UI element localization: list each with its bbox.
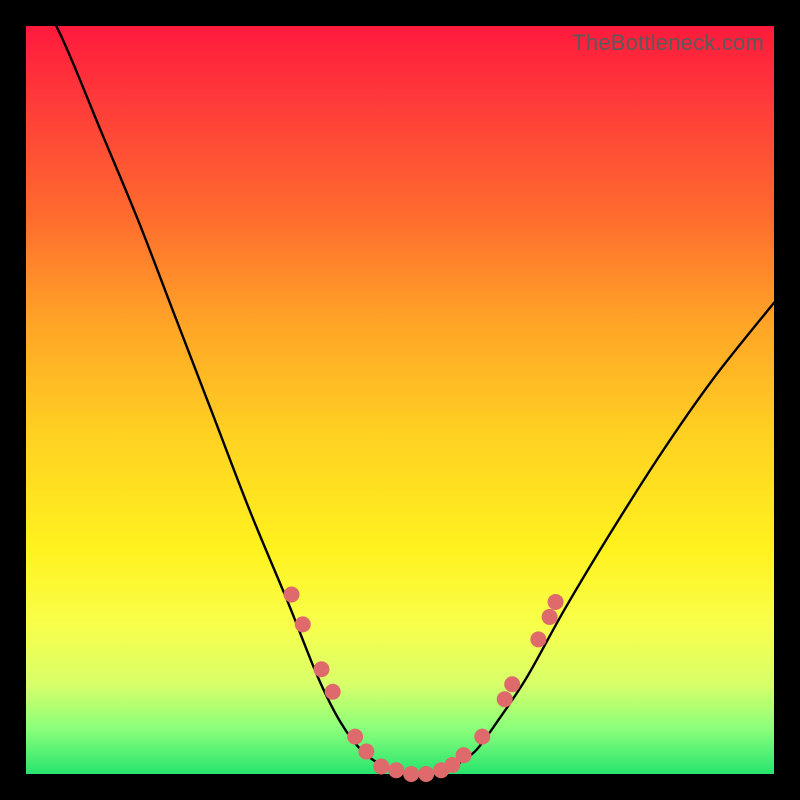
data-marker: [373, 759, 389, 775]
data-marker: [530, 631, 546, 647]
data-marker: [403, 766, 419, 782]
data-marker: [456, 747, 472, 763]
chart-frame: TheBottleneck.com: [0, 0, 800, 800]
plot-area: TheBottleneck.com: [26, 26, 774, 774]
data-marker: [542, 609, 558, 625]
data-marker: [347, 729, 363, 745]
bottleneck-curve: [26, 0, 774, 775]
data-marker: [504, 676, 520, 692]
data-marker: [284, 586, 300, 602]
data-marker: [358, 744, 374, 760]
data-marker: [388, 762, 404, 778]
data-marker: [474, 729, 490, 745]
data-marker: [295, 616, 311, 632]
data-marker: [325, 684, 341, 700]
data-marker: [497, 691, 513, 707]
chart-svg: [26, 26, 774, 774]
data-marker: [313, 661, 329, 677]
data-marker: [418, 766, 434, 782]
data-marker: [548, 594, 564, 610]
